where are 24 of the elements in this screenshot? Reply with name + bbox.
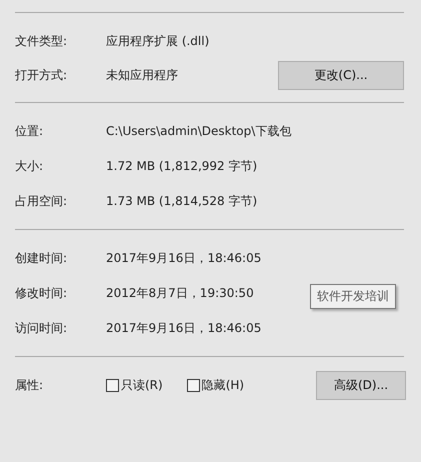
field-value: 2017年9月16日，18:46:05 [106,320,262,337]
field-value: 1.72 MB (1,812,992 字节) [106,158,258,175]
checkbox-label: 只读(R) [121,376,163,394]
field-value: 2017年9月16日，18:46:05 [106,250,262,267]
field-value: C:\Users\admin\Desktop\下载包 [106,123,292,140]
field-value: 2012年8月7日，19:30:50 [106,285,254,302]
tooltip: 软件开发培训 [310,284,396,309]
change-button[interactable]: 更改(C)... [278,60,404,90]
field-label: 访问时间: [15,320,68,337]
field-value: 1.73 MB (1,814,528 字节) [106,193,258,210]
field-label: 占用空间: [15,193,68,210]
checkbox-label: 隐藏(H) [202,376,244,394]
checkbox[interactable] [186,378,200,392]
field-value: 应用程序扩展 (.dll) [106,32,210,50]
field-label: 文件类型: [15,32,68,50]
checkbox[interactable] [106,378,119,392]
field-label: 创建时间: [15,250,68,267]
field-label: 位置: [15,123,44,140]
field-label: 打开方式: [15,66,68,84]
field-value: 未知应用程序 [106,66,178,84]
field-label: 属性: [15,376,44,394]
advanced-button[interactable]: 高级(D)... [316,370,406,400]
field-label: 修改时间: [15,285,68,302]
field-label: 大小: [15,158,44,175]
